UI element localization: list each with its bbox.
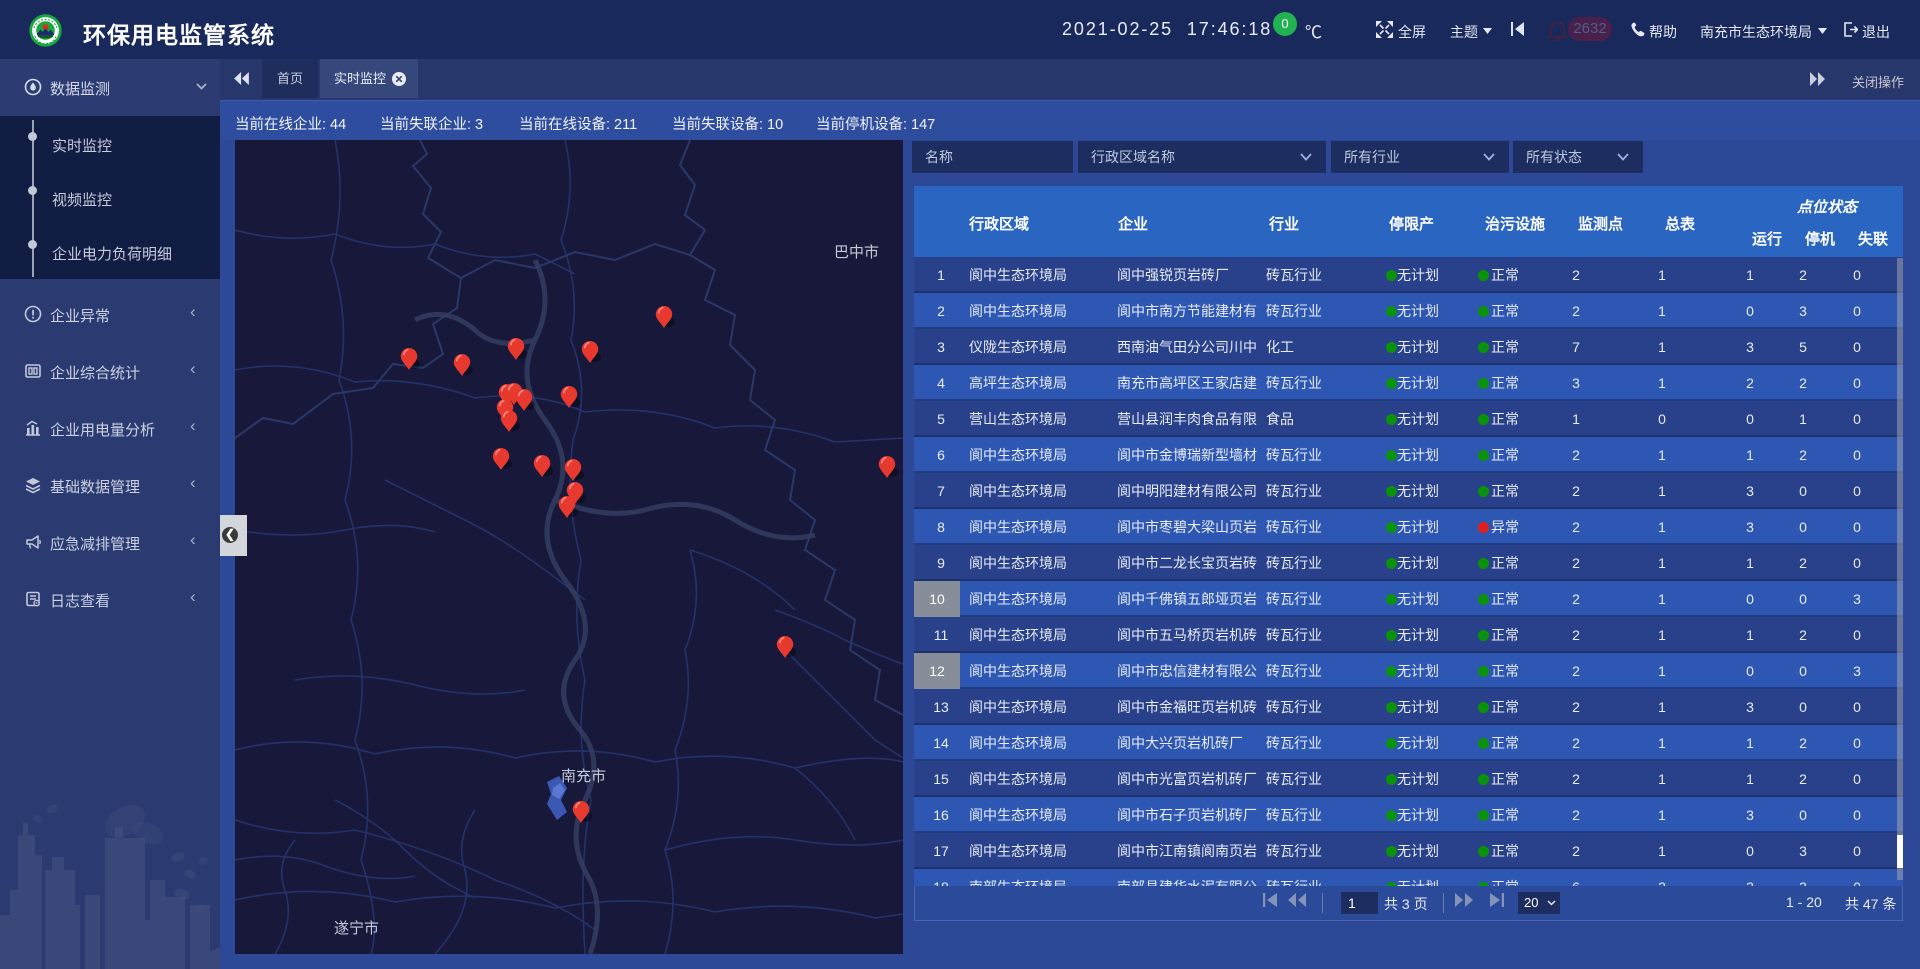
svg-text:遂宁市: 遂宁市 [334, 917, 379, 938]
svg-text:南充市: 南充市 [561, 765, 606, 786]
svg-text:巴中市: 巴中市 [834, 241, 879, 262]
